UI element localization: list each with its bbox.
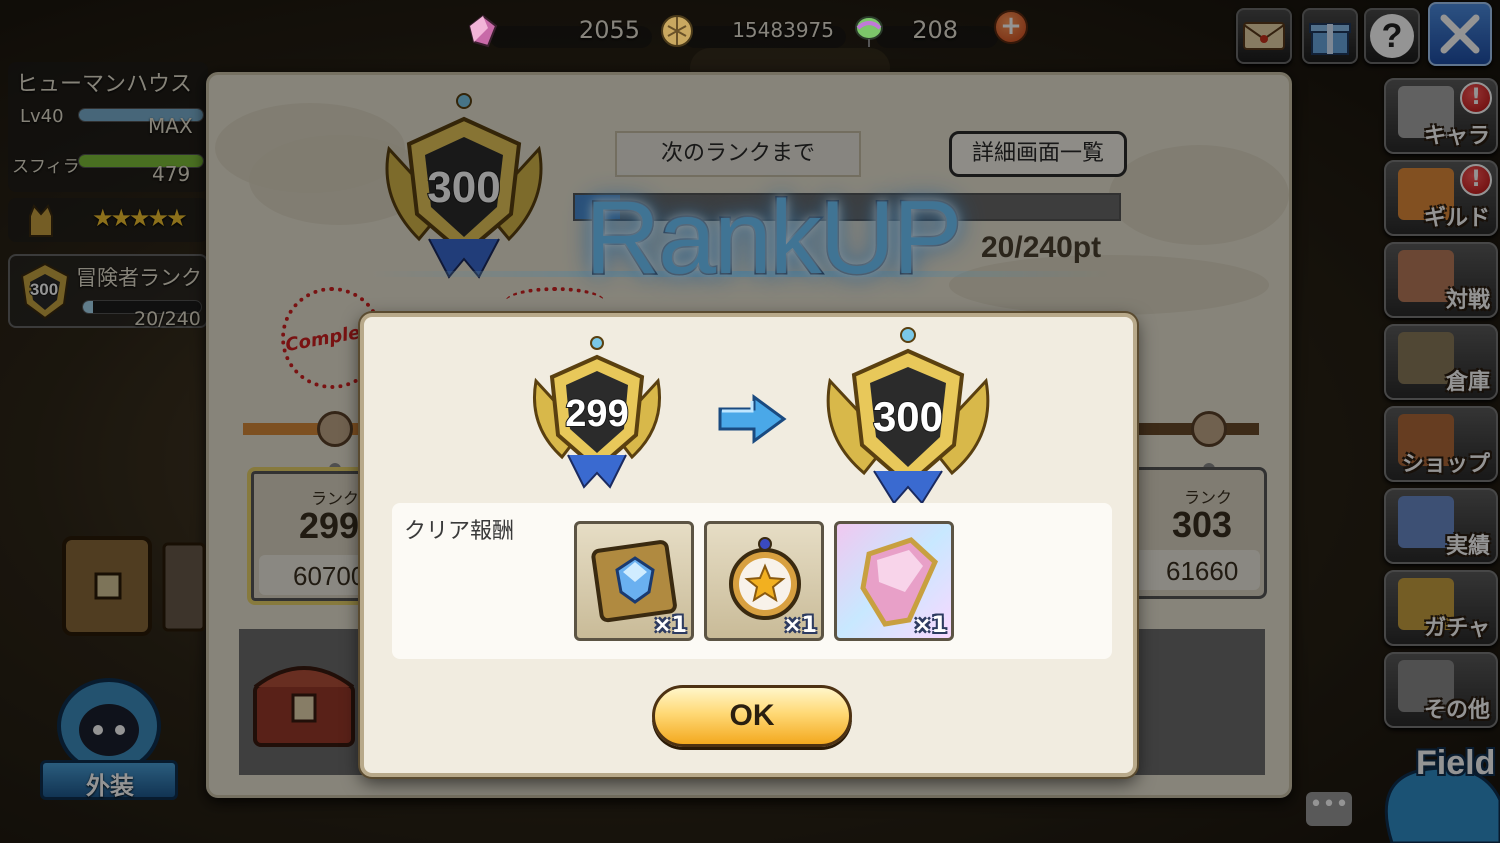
chat-icon: ••• xyxy=(1309,792,1349,817)
field-button[interactable]: Field xyxy=(1372,730,1500,843)
rank-points: 20/240pt xyxy=(981,231,1102,264)
gift-button[interactable] xyxy=(1302,8,1358,64)
coin-counter: 15483975 xyxy=(660,10,846,50)
reward-item-2[interactable]: ×1 xyxy=(704,521,824,641)
card-icon xyxy=(162,542,206,632)
alert-badge: ! xyxy=(1460,164,1492,196)
level-label: Lv40 xyxy=(20,106,64,127)
side-menu-label: ショップ xyxy=(1401,452,1490,477)
guild-stars: ★★★★★ xyxy=(92,204,188,232)
adventurer-rank-panel[interactable]: 300 冒険者ランク 20/240 xyxy=(8,254,208,330)
book-icon[interactable] xyxy=(56,530,160,640)
side-menu-label: ガチャ xyxy=(1424,616,1490,641)
house-name: ヒューマンハウス xyxy=(16,72,193,97)
add-balloon-button[interactable]: + xyxy=(994,10,1028,44)
arrow-right-icon xyxy=(718,394,787,444)
guild-stars-panel: ★★★★★ xyxy=(8,198,208,242)
reward-title: クリア報酬 xyxy=(404,519,515,544)
gem-counter: 2055 xyxy=(466,10,652,50)
next-rank-plate: 次のランクまで xyxy=(615,131,861,177)
side-menu-button-4[interactable]: 倉庫 xyxy=(1384,324,1498,400)
rank-card-right-rank: 303 xyxy=(1172,504,1233,545)
crown-icon xyxy=(29,204,53,237)
coin-count: 15483975 xyxy=(732,18,834,42)
alert-badge: ! xyxy=(1460,82,1492,114)
adventurer-rank-progress: 20/240 xyxy=(134,308,201,330)
side-menu-button-2[interactable]: ギルド! xyxy=(1384,160,1498,236)
rank-card-left-rank: 299 xyxy=(299,505,360,546)
reward-item-1[interactable]: ×1 xyxy=(574,521,694,641)
next-rank-label: 次のランクまで xyxy=(660,141,815,166)
side-menu-button-1[interactable]: キャラ! xyxy=(1384,78,1498,154)
side-menu-button-7[interactable]: ガチャ xyxy=(1384,570,1498,646)
current-rank-number: 300 xyxy=(426,162,501,213)
chat-button[interactable]: ••• xyxy=(1306,792,1352,826)
timeline-node-left[interactable] xyxy=(317,411,353,447)
sphira-value: 479 xyxy=(152,162,191,186)
coin-icon xyxy=(661,15,693,47)
mail-button[interactable] xyxy=(1236,8,1292,64)
from-rank-number: 299 xyxy=(564,392,629,436)
reward-item-3-count: ×1 xyxy=(913,613,947,638)
adventurer-rank-number: 300 xyxy=(29,279,59,300)
detail-list-button[interactable]: 詳細画面一覧 xyxy=(949,131,1127,177)
help-button[interactable]: ? xyxy=(1364,8,1420,64)
help-icon: ? xyxy=(1370,14,1414,58)
close-icon xyxy=(1440,14,1480,54)
adventurer-rank-label: 冒険者ランク xyxy=(76,266,202,290)
sphira-label: スフィラ xyxy=(12,157,80,177)
reward-item-2-count: ×1 xyxy=(783,613,817,638)
side-menu-label: ギルド xyxy=(1423,206,1490,231)
mail-icon xyxy=(1243,22,1285,50)
reward-item-3[interactable]: ×1 xyxy=(834,521,954,641)
balloon-counter: 208 xyxy=(852,10,998,50)
ok-button[interactable]: OK xyxy=(652,685,852,747)
side-menu-label: キャラ xyxy=(1423,124,1490,149)
detail-list-label: 詳細画面一覧 xyxy=(971,141,1104,166)
side-menu-label: 対戦 xyxy=(1445,288,1490,313)
gift-icon xyxy=(1309,23,1351,55)
rankup-banner: RankUP xyxy=(583,179,963,298)
balloon-count: 208 xyxy=(912,16,958,44)
treasure-chest-icon[interactable] xyxy=(249,655,359,751)
gem-icon xyxy=(468,14,498,48)
close-button[interactable] xyxy=(1428,2,1492,66)
field-label: Field xyxy=(1416,744,1496,782)
side-menu-button-5[interactable]: ショップ xyxy=(1384,406,1498,482)
side-menu-label: 実績 xyxy=(1445,534,1490,559)
side-menu-label: その他 xyxy=(1423,698,1490,723)
side-menu-button-3[interactable]: 対戦 xyxy=(1384,242,1498,318)
level-max: MAX xyxy=(148,114,193,138)
house-panel[interactable]: ヒューマンハウス Lv40 MAX スフィラ 479 xyxy=(8,62,208,192)
side-menu-button-6[interactable]: 実績 xyxy=(1384,488,1498,564)
rankup-dialog: 299 300 クリア報酬 ×1 ×1 ×1 OK xyxy=(360,313,1137,777)
reward-box: クリア報酬 ×1 ×1 ×1 xyxy=(392,503,1112,659)
reward-item-1-count: ×1 xyxy=(653,613,687,638)
gem-count: 2055 xyxy=(578,16,640,44)
to-rank-number: 300 xyxy=(872,392,944,441)
rank-card-left-points: 60700 xyxy=(293,561,366,591)
side-menu-label: 倉庫 xyxy=(1445,370,1490,395)
costume-label: 外装 xyxy=(86,772,134,800)
timeline-node-right[interactable] xyxy=(1191,411,1227,447)
rank-card-right-points: 61660 xyxy=(1166,556,1239,586)
costume-button[interactable]: 外装 xyxy=(34,656,184,806)
side-menu-button-8[interactable]: その他 xyxy=(1384,652,1498,728)
balloon-icon xyxy=(855,16,883,47)
